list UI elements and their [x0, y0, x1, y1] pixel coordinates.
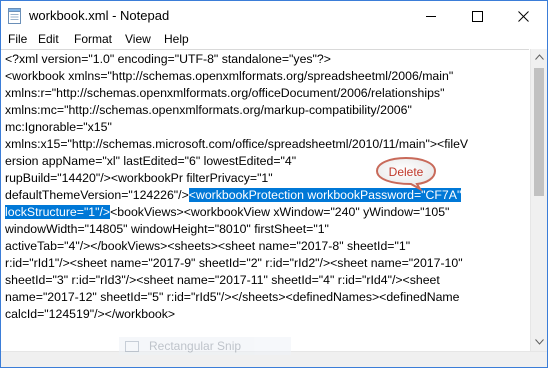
text-line: windowWidth="14805" windowHeight="8010" …	[5, 222, 329, 236]
text-line: sheetId="3" r:id="rId3"/><sheet name="20…	[5, 273, 440, 287]
scroll-up-button[interactable]	[531, 49, 547, 66]
rectangular-snip-overlay: Rectangular Snip	[119, 337, 291, 355]
notepad-icon	[8, 8, 21, 24]
text-line: <workbook xmlns="http://schemas.openxmlf…	[5, 69, 454, 83]
text-line: rupBuild="14420"/><workbookPr filterPriv…	[5, 171, 273, 185]
callout-label: Delete	[388, 165, 424, 179]
snip-icon	[125, 341, 139, 352]
text-line: mc:Ignorable="x15"	[5, 120, 112, 134]
text-line: xmlns:r="http://schemas.openxmlformats.o…	[5, 86, 445, 100]
minimize-button[interactable]	[409, 1, 455, 31]
text-line: ersion appName="xl" lastEdited="6" lowes…	[5, 154, 297, 168]
vertical-scrollbar[interactable]	[530, 49, 547, 351]
maximize-icon	[472, 11, 483, 22]
text-line-segment: defaultThemeVersion="124226"/>	[5, 188, 189, 202]
menu-bar: File Edit Format View Help	[1, 31, 547, 49]
menu-file[interactable]: File	[8, 32, 27, 46]
notepad-window: workbook.xml - Notepad File Edit Format …	[0, 0, 548, 368]
title-bar[interactable]: workbook.xml - Notepad	[1, 1, 547, 31]
text-line: xmlns:x15="http://schemas.microsoft.com/…	[5, 137, 469, 151]
text-editor-area[interactable]: <?xml version="1.0" encoding="UTF-8" sta…	[1, 49, 529, 352]
text-line: lockStructure="1"/><bookViews><workbookV…	[5, 204, 449, 221]
delete-callout: Delete	[375, 156, 441, 191]
text-line: r:id="rId1"/><sheet name="2017-9" sheetI…	[5, 256, 463, 270]
snip-label: Rectangular Snip	[149, 339, 242, 353]
scroll-down-button[interactable]	[531, 334, 547, 351]
menu-edit[interactable]: Edit	[38, 32, 59, 46]
text-line: activeTab="4"/></bookViews><sheets><shee…	[5, 239, 411, 253]
scroll-thumb[interactable]	[534, 68, 544, 196]
menu-help[interactable]: Help	[164, 32, 189, 46]
text-line: name="2017-12" sheetId="5" r:id="rId5"/>…	[5, 290, 460, 304]
chevron-up-icon	[535, 54, 544, 60]
maximize-button[interactable]	[455, 1, 501, 31]
text-line-segment: <bookViews><workbookView xWindow="240" y…	[110, 205, 450, 219]
close-button[interactable]	[501, 1, 547, 31]
chevron-down-icon	[535, 339, 544, 345]
text-line: calcId="124519"/></workbook>	[5, 307, 176, 321]
window-title: workbook.xml - Notepad	[29, 8, 170, 23]
selected-text[interactable]: lockStructure="1"/>	[5, 205, 111, 219]
text-line: <?xml version="1.0" encoding="UTF-8" sta…	[5, 52, 331, 66]
menu-view[interactable]: View	[125, 32, 151, 46]
close-icon	[518, 11, 529, 22]
text-line: xmlns:mc="http://schemas.openxmlformats.…	[5, 103, 412, 117]
menu-format[interactable]: Format	[74, 32, 112, 46]
minimize-icon	[426, 16, 436, 17]
